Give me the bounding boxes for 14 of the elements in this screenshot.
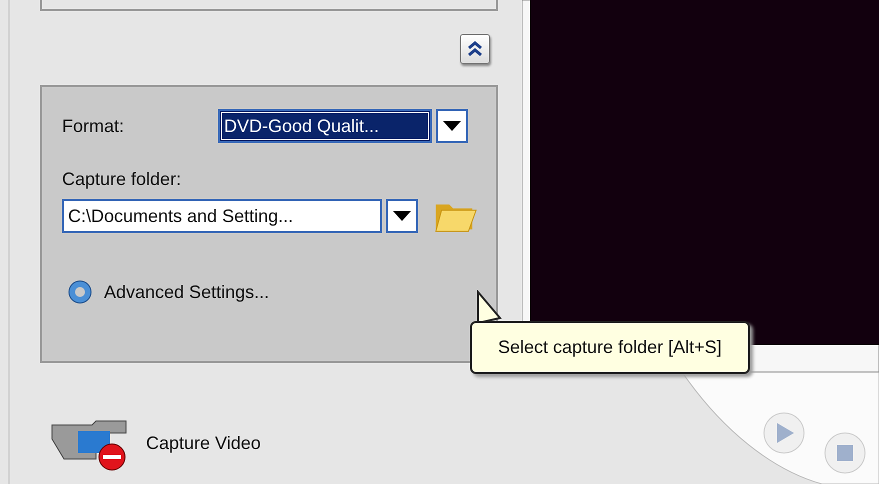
format-label: Format: bbox=[62, 116, 126, 136]
tooltip-pointer bbox=[476, 290, 502, 324]
advanced-settings-link[interactable]: Advanced Settings... bbox=[62, 274, 478, 310]
dropdown-button[interactable] bbox=[436, 109, 468, 143]
tooltip: Select capture folder [Alt+S] bbox=[470, 321, 750, 374]
capture-folder-label: Capture folder: bbox=[62, 169, 182, 190]
collapse-button[interactable] bbox=[460, 34, 490, 64]
dropdown-arrow-icon bbox=[393, 211, 411, 221]
double-chevron-up-icon bbox=[468, 41, 482, 57]
dropdown-button[interactable] bbox=[386, 199, 418, 233]
capture-folder-dropdown[interactable]: C:\Documents and Setting... bbox=[62, 199, 382, 233]
dropdown-arrow-icon bbox=[443, 121, 461, 131]
format-dropdown[interactable]: DVD-Good Qualit... bbox=[218, 109, 432, 143]
capture-video-button[interactable]: Capture Video bbox=[50, 415, 498, 471]
